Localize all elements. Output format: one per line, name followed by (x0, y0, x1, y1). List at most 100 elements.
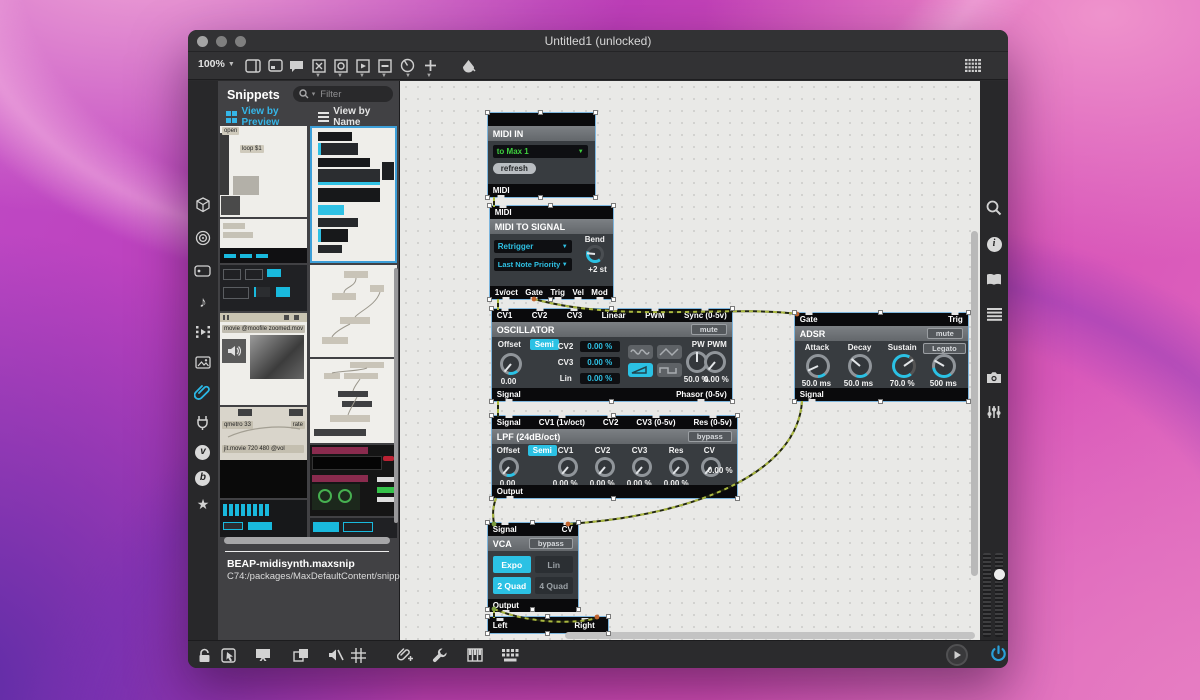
gain-slider-knob[interactable] (994, 569, 1005, 580)
presentation-icon[interactable] (254, 646, 272, 664)
wave-saw-button[interactable] (628, 363, 653, 377)
master-gain[interactable] (983, 553, 1005, 637)
pwm-knob[interactable] (704, 351, 726, 373)
package-icon[interactable] (188, 195, 218, 215)
selection-handle[interactable] (489, 306, 494, 311)
selection-handle[interactable] (489, 399, 494, 404)
playbar-box-icon[interactable] (354, 57, 371, 74)
selection-handle[interactable] (548, 203, 553, 208)
selection-handle[interactable] (485, 607, 490, 612)
menu-box-icon[interactable] (376, 57, 393, 74)
lin-numbox[interactable]: 0.00 % (580, 373, 620, 384)
tools-wrench-icon[interactable] (431, 646, 449, 664)
vca-expo-button[interactable]: Expo (493, 556, 531, 573)
selection-handle[interactable] (735, 413, 740, 418)
selection-handle[interactable] (489, 496, 494, 501)
console-icon[interactable] (188, 261, 218, 281)
lpf-offset-knob[interactable] (499, 457, 519, 477)
retrigger-menu[interactable]: Retrigger▼ (494, 240, 572, 253)
unlock-icon[interactable] (196, 646, 214, 664)
toggle-box-icon[interactable] (310, 57, 327, 74)
snippet-thumb[interactable] (310, 359, 397, 443)
selection-handle[interactable] (530, 607, 535, 612)
selection-handle[interactable] (792, 399, 797, 404)
minimize-button[interactable] (216, 36, 227, 47)
mute-button[interactable]: mute (927, 328, 963, 339)
inspector-info-icon[interactable]: i (980, 234, 1008, 254)
selection-handle[interactable] (593, 195, 598, 200)
selection-handle[interactable] (611, 297, 616, 302)
button-box-icon[interactable] (332, 57, 349, 74)
zoom-select[interactable]: 100%▼ (198, 58, 235, 70)
vca-lin-button[interactable]: Lin (535, 556, 573, 573)
module-vca[interactable]: SignalCV VCAbypass Expo Lin 2 Quad 4 Qua… (488, 523, 578, 609)
bypass-button[interactable]: bypass (688, 431, 732, 442)
reference-book-icon[interactable] (980, 269, 1008, 289)
selection-handle[interactable] (485, 195, 490, 200)
snippets-paperclip-icon[interactable] (188, 382, 218, 402)
close-button[interactable] (197, 36, 208, 47)
selection-handle[interactable] (792, 310, 797, 315)
selection-handle[interactable] (485, 614, 490, 619)
console-list-icon[interactable] (980, 304, 1008, 324)
selection-handle[interactable] (609, 399, 614, 404)
module-lpf[interactable]: SignalCV1 (1v/oct)CV2CV3 (0-5v)Res (0-5v… (492, 416, 737, 498)
selection-handle[interactable] (730, 306, 735, 311)
audio-status-icon[interactable] (188, 228, 218, 248)
offset-knob[interactable] (500, 353, 522, 375)
filter-sliders-icon[interactable] (980, 402, 1008, 422)
module-midi-to-signal[interactable]: MIDI MIDI TO SIGNAL Retrigger▼ Last Note… (490, 206, 613, 299)
midi-note-icon[interactable]: ♪ (188, 292, 218, 312)
module-oscillator[interactable]: CV1CV2CV3LinearPWMSync (0-5v) OSCILLATOR… (492, 309, 732, 401)
attack-knob[interactable] (806, 354, 830, 378)
selection-handle[interactable] (545, 631, 550, 636)
wave-square-button[interactable] (657, 363, 682, 377)
tab-view-by-name[interactable]: View by Name (318, 106, 391, 128)
selection-handle[interactable] (878, 310, 883, 315)
snippet-thumb[interactable] (310, 445, 397, 516)
selection-handle[interactable] (538, 195, 543, 200)
select-cursor-icon[interactable] (220, 646, 238, 664)
wave-triangle-button[interactable] (657, 345, 682, 359)
bend-knob[interactable] (586, 245, 604, 263)
selection-handle[interactable] (485, 110, 490, 115)
snippet-thumb[interactable]: movie @moofile zoomed.mov (220, 313, 307, 405)
selection-handle[interactable] (576, 607, 581, 612)
patcher-canvas[interactable]: MIDI IN to Max 1▼ refresh MIDI MIDI MIDI… (400, 81, 980, 640)
grid-icon[interactable] (349, 646, 367, 664)
semi-button[interactable]: Semi (530, 339, 559, 350)
release-knob[interactable] (932, 354, 956, 378)
snippet-thumb[interactable]: qmetro 33 rate jit.movie 720 480 @vol (220, 407, 307, 498)
snippets-vertical-scrollbar[interactable] (394, 268, 398, 523)
bypass-button[interactable]: bypass (529, 538, 573, 549)
audio-off-icon[interactable] (327, 646, 345, 664)
power-button[interactable] (989, 645, 1007, 663)
selection-handle[interactable] (487, 297, 492, 302)
selection-handle[interactable] (611, 203, 616, 208)
selection-handle[interactable] (966, 310, 971, 315)
media-icon[interactable] (188, 352, 218, 372)
selection-handle[interactable] (606, 631, 611, 636)
snippets-horizontal-scrollbar[interactable] (224, 537, 390, 544)
cv2-numbox[interactable]: 0.00 % (580, 341, 620, 352)
selection-handle[interactable] (487, 203, 492, 208)
selection-handle[interactable] (538, 110, 543, 115)
snippet-add-icon[interactable] (396, 646, 414, 664)
add-object-icon[interactable] (422, 57, 439, 74)
selection-handle[interactable] (730, 399, 735, 404)
semi-button[interactable]: Semi (528, 445, 557, 456)
lpf-cv2-knob[interactable] (595, 457, 615, 477)
legato-button[interactable]: Legato (923, 343, 966, 354)
snippet-thumb-selected[interactable] (310, 126, 397, 263)
selection-handle[interactable] (609, 306, 614, 311)
snippet-thumb[interactable] (220, 219, 307, 263)
selection-handle[interactable] (611, 413, 616, 418)
lpf-cv3-knob[interactable] (632, 457, 652, 477)
refresh-button[interactable]: refresh (493, 163, 536, 174)
snippet-thumb[interactable] (310, 265, 397, 357)
gain-slider[interactable] (995, 553, 1003, 637)
cv3-numbox[interactable]: 0.00 % (580, 357, 620, 368)
selection-handle[interactable] (489, 413, 494, 418)
sustain-knob[interactable] (892, 354, 916, 378)
selection-handle[interactable] (966, 399, 971, 404)
